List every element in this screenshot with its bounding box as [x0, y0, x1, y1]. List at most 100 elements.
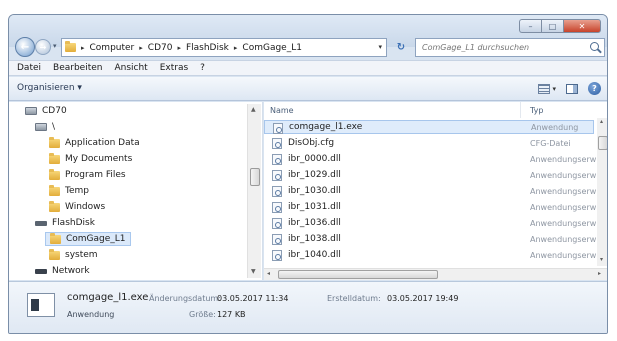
recent-pages-dropdown[interactable]: ▾	[53, 42, 57, 50]
back-button[interactable]: ←	[15, 37, 35, 57]
close-button[interactable]: ✕	[563, 19, 601, 33]
dll-file-icon	[272, 218, 282, 229]
nav-item-root[interactable]: \	[35, 122, 55, 132]
folder-icon	[49, 248, 60, 260]
file-list-vertical-scrollbar[interactable]: ▴ ▾	[597, 118, 607, 266]
nav-scroll-thumb[interactable]	[250, 168, 260, 186]
folder-icon	[50, 232, 61, 244]
drive-icon	[25, 107, 37, 115]
folder-icon	[49, 200, 60, 212]
chevron-right-icon[interactable]: ▸	[139, 44, 143, 52]
file-name: DisObj.cfg	[288, 138, 335, 148]
nav-item-label: ComGage_L1	[66, 234, 126, 244]
minimize-button[interactable]: –	[519, 19, 541, 33]
menu-bearbeiten[interactable]: Bearbeiten	[53, 63, 102, 73]
help-icon[interactable]: ?	[588, 82, 601, 95]
file-type: Anwendungserw	[530, 154, 597, 164]
file-type: Anwendungserw	[530, 170, 597, 180]
file-row[interactable]: ibr_1040.dll Anwendungserw	[264, 248, 596, 262]
file-row[interactable]: ibr_1036.dll Anwendungserw	[264, 216, 596, 230]
breadcrumb-cd70[interactable]: CD70	[148, 43, 173, 53]
menu-ansicht[interactable]: Ansicht	[114, 63, 147, 73]
scroll-up-icon[interactable]: ▲	[251, 106, 256, 113]
column-header-name[interactable]: Name	[270, 102, 490, 118]
file-row[interactable]: comgage_l1.exe Anwendung	[264, 120, 594, 134]
exe-file-icon	[273, 123, 283, 134]
folder-icon	[49, 136, 60, 148]
breadcrumb-computer[interactable]: Computer	[90, 43, 135, 53]
drive-icon	[35, 123, 47, 131]
address-dropdown-icon[interactable]: ▾	[378, 43, 382, 51]
file-name: ibr_1036.dll	[288, 218, 341, 228]
preview-pane-icon[interactable]	[566, 83, 578, 94]
toolbar-icons: ▾ ?	[538, 82, 601, 95]
nav-item-label: system	[65, 250, 98, 260]
size-value: 127 KB	[217, 310, 246, 319]
file-type: CFG-Datei	[530, 138, 571, 148]
nav-item-comgage-l1[interactable]: ComGage_L1	[45, 232, 131, 246]
nav-item-my-documents[interactable]: My Documents	[49, 152, 132, 164]
file-row[interactable]: ibr_1031.dll Anwendungserw	[264, 200, 596, 214]
address-bar[interactable]: ▸ Computer ▸ CD70 ▸ FlashDisk ▸ ComGage_…	[61, 38, 387, 57]
menu-bar: Datei Bearbeiten Ansicht Extras ?	[9, 60, 607, 76]
file-row[interactable]: ibr_1038.dll Anwendungserw	[264, 232, 596, 246]
menu-extras[interactable]: Extras	[160, 63, 188, 73]
scroll-right-icon[interactable]: ▸	[598, 270, 601, 277]
usb-drive-icon	[35, 220, 47, 226]
nav-scrollbar[interactable]: ▲ ▼	[247, 104, 261, 278]
maximize-button[interactable]: □	[541, 19, 563, 33]
explorer-window: – □ ✕ ← → ▾ ▸ Computer ▸ CD70 ▸ FlashDis…	[8, 14, 608, 334]
file-name: ibr_1038.dll	[288, 234, 341, 244]
scroll-down-icon[interactable]: ▼	[251, 268, 256, 275]
horizontal-scroll-thumb[interactable]	[278, 270, 438, 279]
scroll-up-icon[interactable]: ▴	[600, 118, 603, 125]
search-icon[interactable]	[590, 42, 599, 51]
nav-item-temp[interactable]: Temp	[49, 184, 89, 196]
file-name: comgage_l1.exe	[289, 122, 363, 132]
breadcrumb-comgage-l1[interactable]: ComGage_L1	[242, 43, 302, 53]
scroll-down-icon[interactable]: ▾	[600, 256, 603, 263]
file-row[interactable]: DisObj.cfg CFG-Datei	[264, 136, 594, 150]
view-dropdown-icon[interactable]: ▾	[552, 85, 556, 93]
file-list-horizontal-scrollbar[interactable]: ◂ ▸	[264, 268, 607, 280]
nav-item-application-data[interactable]: Application Data	[49, 136, 140, 148]
modified-label: Änderungsdatum:	[149, 294, 221, 303]
search-input[interactable]	[422, 43, 582, 52]
vertical-scroll-thumb[interactable]	[598, 136, 607, 150]
dll-file-icon	[272, 170, 282, 181]
file-row[interactable]: ibr_0000.dll Anwendungserw	[264, 152, 596, 166]
chevron-right-icon[interactable]: ▸	[234, 44, 238, 52]
view-options-icon[interactable]	[538, 83, 551, 94]
created-label: Erstelldatum:	[327, 294, 381, 303]
file-type: Anwendungserw	[530, 218, 597, 228]
folder-icon	[65, 41, 76, 52]
refresh-button[interactable]: ↻	[391, 38, 411, 57]
column-divider[interactable]	[520, 102, 521, 118]
network-icon	[35, 268, 47, 274]
details-pane: comgage_l1.exe Änderungsdatum: 03.05.201…	[9, 281, 607, 333]
modified-value: 03.05.2017 11:34	[217, 294, 289, 303]
file-row[interactable]: ibr_1030.dll Anwendungserw	[264, 184, 596, 198]
nav-item-flashdisk[interactable]: FlashDisk	[35, 218, 95, 228]
breadcrumb-flashdisk[interactable]: FlashDisk	[186, 43, 229, 53]
nav-item-windows[interactable]: Windows	[49, 200, 105, 212]
file-type: Anwendungserw	[530, 234, 597, 244]
file-row[interactable]: ibr_1029.dll Anwendungserw	[264, 168, 596, 182]
nav-item-label: \	[52, 122, 56, 132]
refresh-icon: ↻	[396, 42, 406, 53]
nav-item-system[interactable]: system	[49, 248, 98, 260]
scroll-left-icon[interactable]: ◂	[267, 270, 270, 277]
nav-item-program-files[interactable]: Program Files	[49, 168, 126, 180]
chevron-right-icon[interactable]: ▸	[177, 44, 181, 52]
organize-button[interactable]: Organisieren ▾	[17, 83, 82, 93]
menu-datei[interactable]: Datei	[17, 63, 41, 73]
command-bar: Organisieren ▾ ▾ ?	[9, 77, 607, 101]
menu-help[interactable]: ?	[200, 63, 205, 73]
nav-item-cd70[interactable]: CD70	[25, 106, 67, 116]
forward-button[interactable]: →	[35, 39, 51, 55]
column-header-type[interactable]: Typ	[530, 102, 600, 118]
search-box[interactable]	[415, 38, 605, 57]
nav-item-label: Program Files	[65, 170, 126, 180]
nav-item-network[interactable]: Network	[35, 266, 90, 276]
file-type: Anwendungserw	[530, 186, 597, 196]
